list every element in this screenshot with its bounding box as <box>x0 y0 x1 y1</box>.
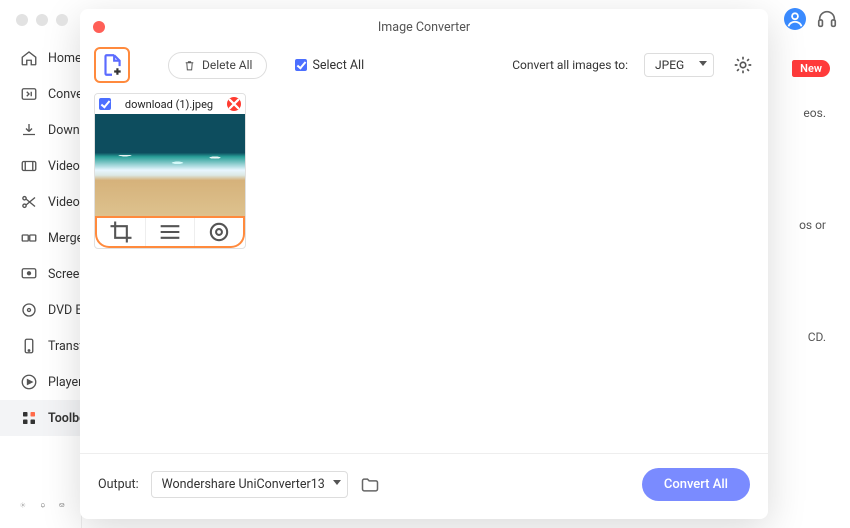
modal-title: Image Converter <box>378 20 470 35</box>
home-icon <box>20 49 38 67</box>
thumbnail-remove-button[interactable] <box>227 97 241 111</box>
sidebar-item-label: DVD Burner <box>48 303 81 318</box>
screen-recorder-icon <box>20 265 38 283</box>
watermark-tool-button[interactable] <box>194 218 243 246</box>
output-label: Output: <box>98 477 139 492</box>
bg-snippet: CD. <box>808 330 826 344</box>
convert-all-button[interactable]: Convert All <box>642 468 750 501</box>
sidebar-item-merger[interactable]: Merger <box>0 220 81 256</box>
select-all-checkbox[interactable]: Select All <box>295 58 364 73</box>
sidebar-item-label: Home <box>48 51 81 66</box>
play-icon <box>20 373 38 391</box>
notification-bell-icon[interactable] <box>40 496 46 514</box>
sidebar-item-dvd-burner[interactable]: DVD Burner <box>0 292 81 328</box>
sidebar-item-screen-recorder[interactable]: Screen Recorder <box>0 256 81 292</box>
sidebar-item-transfer[interactable]: Transfer <box>0 328 81 364</box>
sidebar-item-label: Player <box>48 375 81 390</box>
sidebar-item-label: Video Compressor <box>48 159 81 174</box>
mac-traffic-lights[interactable] <box>16 14 68 26</box>
bg-snippet: eos. <box>803 106 826 120</box>
add-files-highlight <box>94 47 130 83</box>
disc-icon <box>20 301 38 319</box>
thumbnail-tools-highlight <box>95 218 245 248</box>
toolbox-grid-icon <box>20 409 38 427</box>
output-path-select[interactable]: Wondershare UniConverter13 <box>151 471 348 498</box>
output-format-select[interactable]: JPEG <box>644 53 714 77</box>
compressor-icon <box>20 157 38 175</box>
sidebar-item-label: Screen Recorder <box>48 267 81 282</box>
chevron-down-icon <box>333 480 341 485</box>
sidebar-item-label: Downloader <box>48 123 81 138</box>
sidebar-item-player[interactable]: Player <box>0 364 81 400</box>
select-all-label: Select All <box>312 58 364 73</box>
sidebar-item-label: Transfer <box>48 339 81 354</box>
thumbnail-checkbox[interactable] <box>99 98 111 110</box>
avatar-icon[interactable] <box>784 8 806 30</box>
image-converter-modal: Image Converter Delete All Select All Co… <box>80 9 768 519</box>
sidebar-item-toolbox[interactable]: Toolbox <box>0 400 81 436</box>
mac-minimize-dot[interactable] <box>36 14 48 26</box>
mail-icon[interactable] <box>59 496 65 514</box>
image-thumbnail-card: download (1).jpeg <box>94 93 246 249</box>
merger-icon <box>20 229 38 247</box>
delete-all-label: Delete All <box>202 58 252 72</box>
sidebar-item-downloader[interactable]: Downloader <box>0 112 81 148</box>
crop-tool-button[interactable] <box>97 218 145 246</box>
checkbox-checked-icon <box>295 59 307 71</box>
format-settings-button[interactable] <box>732 54 754 76</box>
open-output-folder-button[interactable] <box>360 475 380 495</box>
modal-close-button[interactable] <box>93 21 105 33</box>
delete-all-button[interactable]: Delete All <box>168 52 267 79</box>
new-badge: New <box>792 60 830 77</box>
scissors-icon <box>20 193 38 211</box>
thumbnail-preview-image[interactable] <box>95 114 245 218</box>
effects-tool-button[interactable] <box>145 218 194 246</box>
output-format-value: JPEG <box>655 58 684 72</box>
sidebar-item-video-editor[interactable]: Video Editor <box>0 184 81 220</box>
sidebar-item-label: Toolbox <box>48 411 81 426</box>
sidebar-item-converter[interactable]: Converter <box>0 76 81 112</box>
sidebar-item-label: Merger <box>48 231 81 246</box>
sidebar: Home Converter Downloader Video Compress… <box>0 40 82 528</box>
sidebar-item-home[interactable]: Home <box>0 40 81 76</box>
mac-close-dot[interactable] <box>16 14 28 26</box>
converter-icon <box>20 85 38 103</box>
sidebar-item-label: Converter <box>48 87 81 102</box>
sidebar-item-label: Video Editor <box>48 195 81 210</box>
chevron-down-icon <box>699 61 707 66</box>
trash-icon <box>183 58 196 73</box>
bg-snippet: os or <box>799 218 826 232</box>
output-path-value: Wondershare UniConverter13 <box>162 477 325 492</box>
download-icon <box>20 121 38 139</box>
mac-maximize-dot[interactable] <box>56 14 68 26</box>
thumbnail-filename: download (1).jpeg <box>117 98 221 111</box>
convert-all-to-label: Convert all images to: <box>512 58 628 72</box>
transfer-icon <box>20 337 38 355</box>
sidebar-item-video-compressor[interactable]: Video Compressor <box>0 148 81 184</box>
support-headset-icon[interactable] <box>816 8 838 30</box>
settings-gear-icon[interactable] <box>20 496 26 514</box>
add-files-button[interactable] <box>99 52 125 78</box>
